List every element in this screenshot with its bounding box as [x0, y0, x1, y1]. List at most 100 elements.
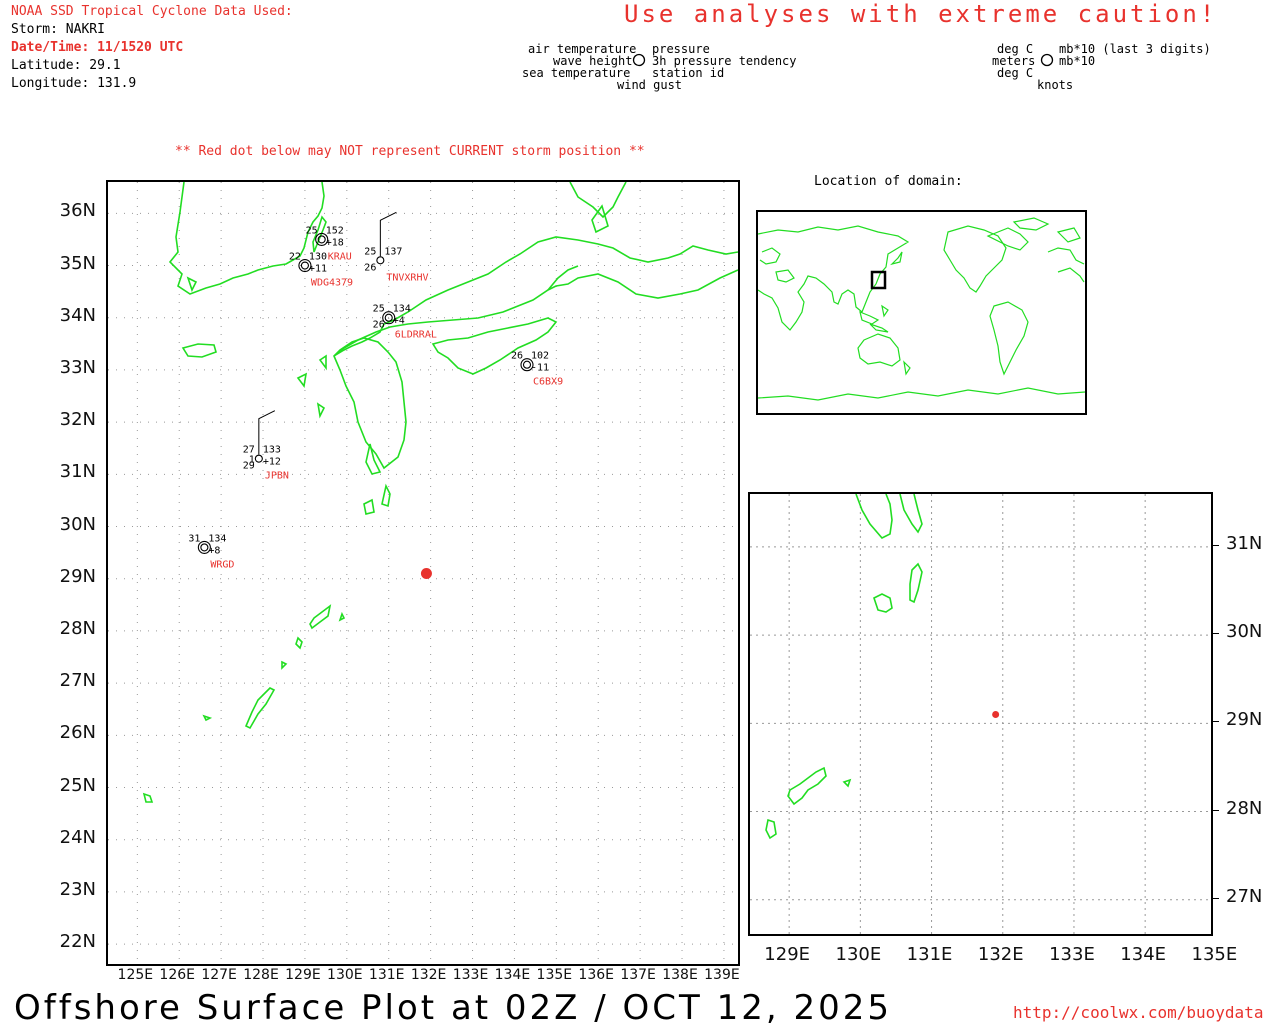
- station-sea-temp: 26: [364, 262, 376, 273]
- main-lat-label: 23N: [59, 878, 96, 900]
- zoom-map-grid: [750, 494, 1211, 934]
- station-tendency: +4: [393, 316, 405, 327]
- location-title: Location of domain:: [814, 174, 963, 189]
- station-air-temp: 31: [188, 533, 200, 544]
- main-lon-label: 138E: [662, 967, 698, 983]
- main-lat-label: 30N: [59, 513, 96, 535]
- station-pressure: 152: [326, 225, 344, 236]
- station-pressure: 137: [384, 246, 402, 257]
- zoom-lat-label: 27N: [1226, 885, 1263, 907]
- main-lat-label: 29N: [59, 565, 96, 587]
- station-tendency: +18: [326, 237, 344, 248]
- legend-wind-gust: wind gust: [617, 78, 683, 92]
- zoom-lon-label: 134E: [1120, 944, 1167, 965]
- legend-station-circle-icon: [632, 53, 646, 67]
- main-lon-label: 139E: [704, 967, 740, 983]
- main-map[interactable]: 25 152 +18 KRAU 22 130 +11 WDG4379 25 137 26 TNVXRH…: [106, 180, 740, 966]
- main-lat-label: 32N: [59, 409, 96, 431]
- main-lat-label: 26N: [59, 722, 96, 744]
- zoom-lon-label: 135E: [1191, 944, 1238, 965]
- station-id: JPBN: [265, 471, 289, 482]
- zoom-lat-label: 28N: [1226, 797, 1263, 819]
- main-lat-label: 36N: [59, 200, 96, 222]
- main-lon-label: 127E: [201, 967, 237, 983]
- legend-unit-tendency: mb*10: [1059, 54, 1096, 68]
- station-pressure: 102: [531, 351, 549, 362]
- storm-position-warning: ** Red dot below may NOT represent CURRE…: [175, 144, 645, 159]
- main-lon-label: 137E: [620, 967, 656, 983]
- zoom-lon-label: 131E: [906, 944, 953, 965]
- station-pressure: 134: [208, 533, 226, 544]
- legend-sea-temperature: sea temperature: [522, 66, 631, 80]
- station-tendency: +11: [309, 264, 327, 275]
- main-lon-label: 135E: [536, 967, 573, 983]
- station-air-temp: 25: [364, 246, 376, 257]
- data-source-label: NOAA SSD Tropical Cyclone Data Used:: [11, 4, 293, 19]
- station-id: 6LDRRAL: [395, 330, 437, 341]
- main-lat-label: 27N: [59, 670, 96, 692]
- zoom-lat-label: 30N: [1226, 621, 1263, 643]
- main-lon-label: 132E: [410, 967, 447, 983]
- station-air-temp: 25: [306, 225, 318, 236]
- station-pressure: 134: [393, 304, 411, 315]
- station-wrgd[interactable]: 31 134+8 WRGD: [188, 533, 234, 570]
- zoom-lat-tick: [1211, 897, 1219, 899]
- zoom-lat-tick: [1211, 809, 1219, 811]
- main-lon-label: 129E: [285, 967, 321, 983]
- station-jpbn[interactable]: 27 1331 +1229JPBN: [243, 410, 289, 482]
- main-lon-label: 136E: [578, 967, 615, 983]
- storm-position-dot[interactable]: [420, 568, 432, 579]
- storm-latitude: Latitude: 29.1: [11, 58, 121, 73]
- world-locator-canvas: [758, 217, 1085, 401]
- legend-unit-sea: deg C: [997, 66, 1034, 80]
- station-circle-icon: [376, 256, 385, 265]
- main-lon-label: 130E: [327, 967, 363, 983]
- main-lon-label: 125E: [117, 967, 154, 983]
- main-lat-label: 24N: [59, 826, 96, 848]
- station-tnvxrhv[interactable]: 25 137 26 TNVXRHV: [364, 211, 429, 283]
- storm-name: Storm: NAKRI: [11, 22, 105, 37]
- station-air-temp: 22: [289, 252, 301, 263]
- station-id: WDG4379: [311, 278, 353, 289]
- legend-unit-wind: knots: [1037, 78, 1074, 92]
- zoom-lat-label: 31N: [1226, 532, 1263, 554]
- zoom-map-canvas: [750, 494, 1211, 934]
- zoom-lon-label: 132E: [977, 944, 1024, 965]
- station-circle-icon: [300, 261, 309, 270]
- main-lat-label: 35N: [59, 252, 96, 274]
- station-air-temp: 26: [511, 351, 523, 362]
- legend-unit-circle-icon: [1040, 53, 1054, 67]
- station-air-temp: 25: [373, 304, 385, 315]
- main-lon-label: 131E: [368, 967, 405, 983]
- main-map-canvas: 25 152+18 KRAU 22 130+11 WDG4379 25 137 26 TNVXRH…: [108, 182, 738, 964]
- station-c6bx9[interactable]: 26 102-11 C6BX9: [511, 351, 563, 388]
- main-lat-label: 33N: [59, 356, 96, 378]
- zoom-lon-label: 129E: [764, 944, 811, 965]
- station-tendency: +8: [208, 545, 220, 556]
- zoom-coastlines: [765, 494, 923, 840]
- zoom-storm-position-dot[interactable]: [992, 711, 1000, 718]
- source-link[interactable]: http://coolwx.com/buoydata: [1013, 1003, 1263, 1022]
- world-coastlines: [758, 217, 1085, 401]
- station-pressure: 133: [263, 445, 281, 456]
- main-lat-label: 28N: [59, 617, 96, 639]
- zoom-lat-tick: [1211, 633, 1219, 635]
- main-lat-label: 22N: [59, 931, 96, 953]
- main-lon-label: 126E: [159, 967, 196, 983]
- plot-title: Offshore Surface Plot at 02Z / OCT 12, 2…: [14, 988, 893, 1028]
- station-tendency: -11: [531, 363, 549, 374]
- station-tendency: +12: [263, 457, 281, 468]
- domain-locator-box: [870, 270, 887, 290]
- station-sea-temp: 29: [243, 461, 255, 472]
- main-lat-label: 25N: [59, 774, 96, 796]
- main-lat-label: 34N: [59, 304, 96, 326]
- zoom-lat-tick: [1211, 544, 1219, 546]
- station-circle-icon: [200, 543, 209, 552]
- station-sea-temp: 26: [373, 320, 385, 331]
- main-lat-label: 31N: [59, 461, 96, 483]
- zoom-map[interactable]: [748, 492, 1213, 936]
- storm-longitude: Longitude: 131.9: [11, 76, 137, 91]
- station-circle-icon: [254, 454, 263, 463]
- world-locator-map: [756, 210, 1087, 415]
- station-id: C6BX9: [533, 377, 563, 388]
